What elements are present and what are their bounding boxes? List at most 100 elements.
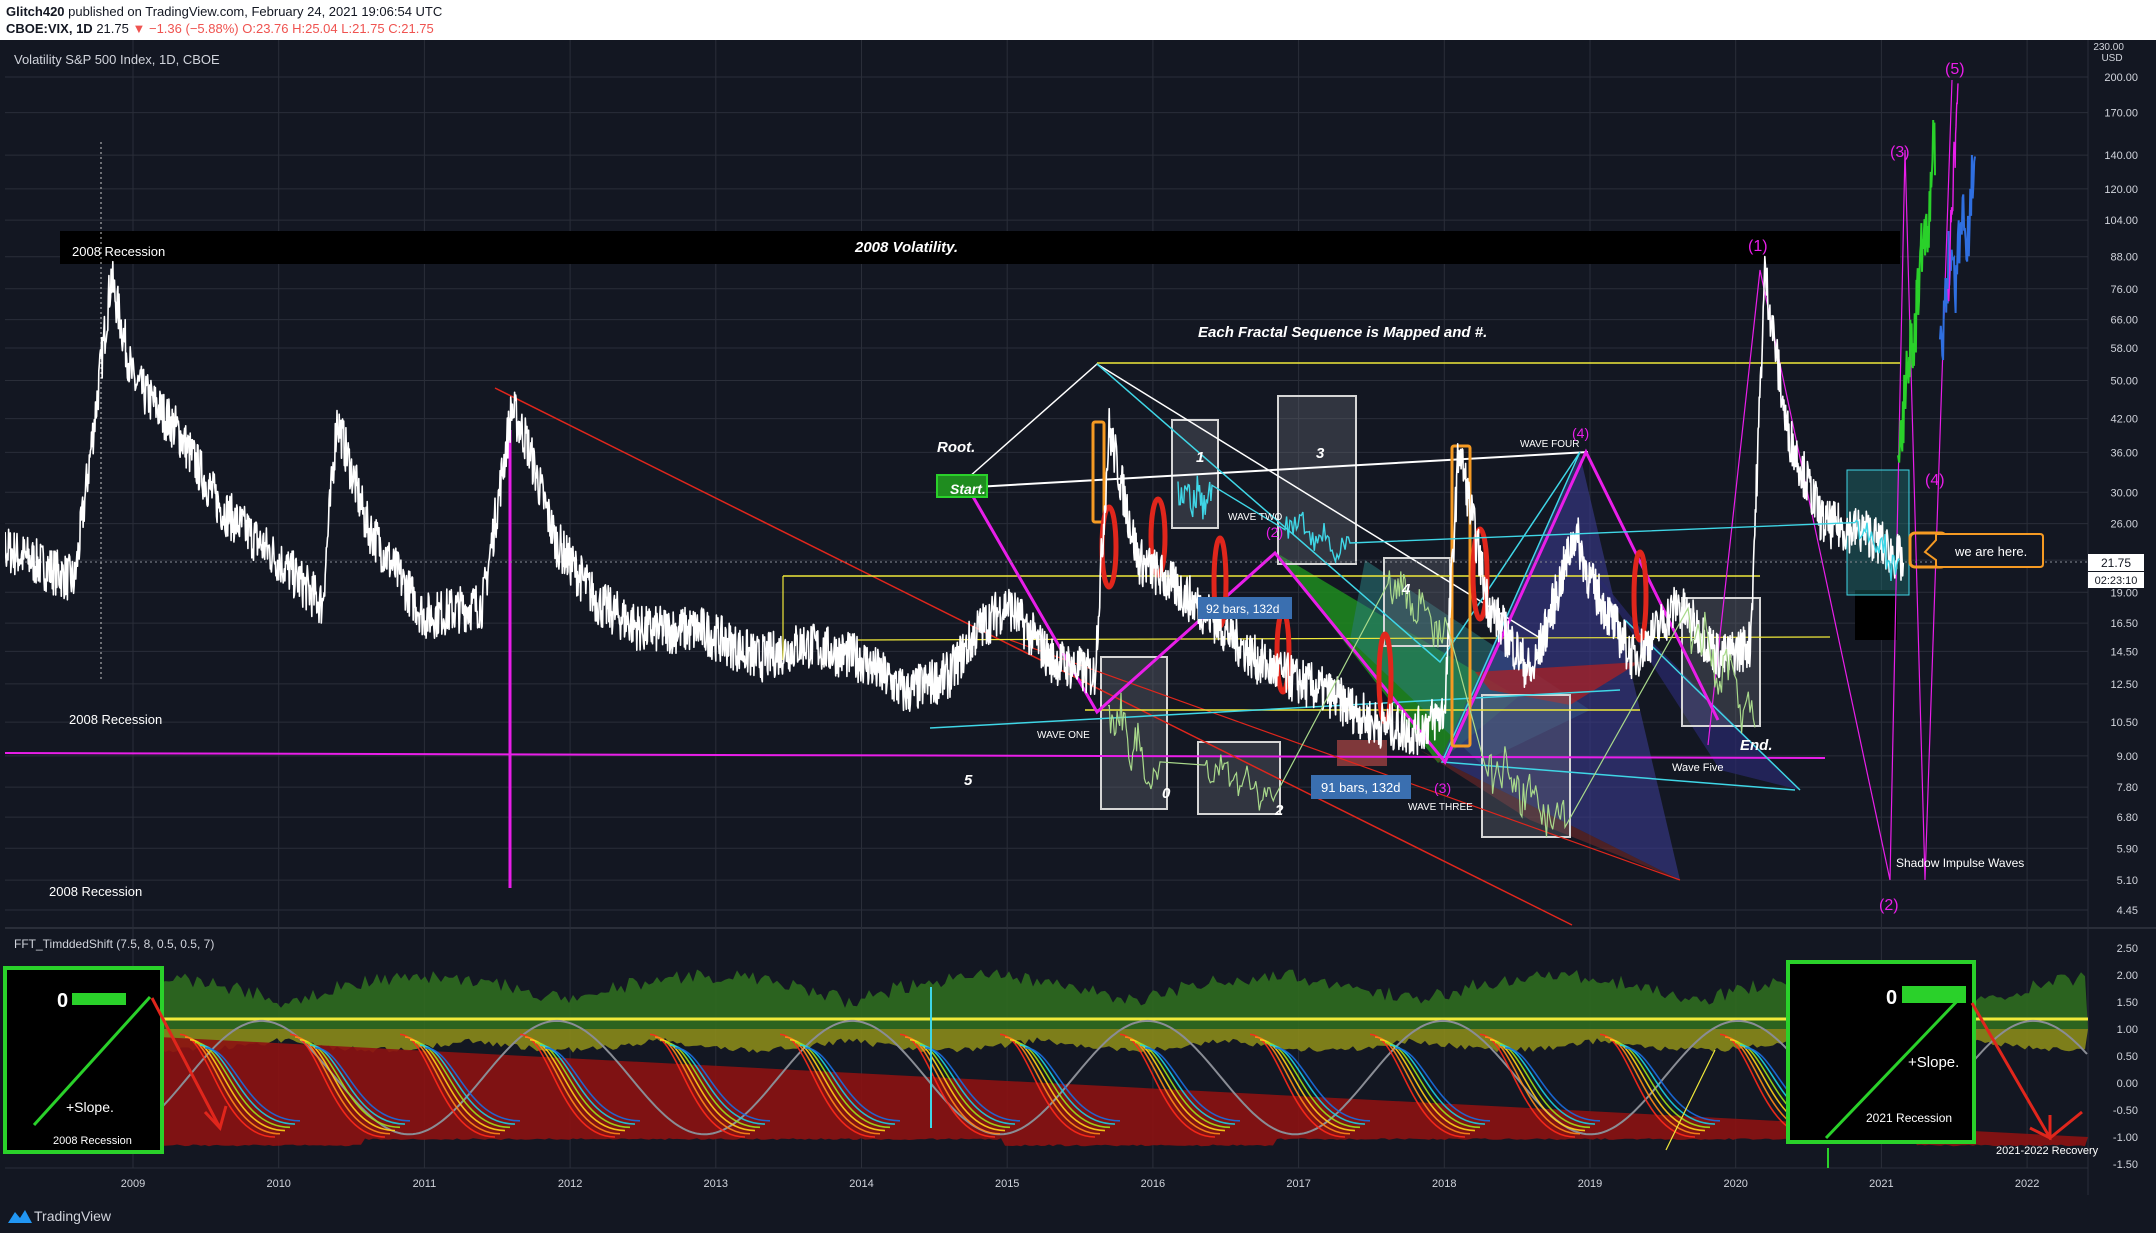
- chart-title: Volatility S&P 500 Index, 1D, CBOE: [14, 52, 220, 67]
- indicator-tick-label: 2.50: [2117, 943, 2138, 955]
- countdown-tag: 02:23:10: [2095, 575, 2138, 587]
- time-tick-label: 2015: [995, 1178, 1019, 1190]
- price-tick-label: 9.00: [2117, 751, 2138, 763]
- axis-top-value: 230.00: [2093, 42, 2124, 53]
- price-tick-label: 5.10: [2117, 875, 2138, 887]
- time-tick-label: 2020: [1723, 1178, 1747, 1190]
- price-axis[interactable]: 200.00 170.00 140.00 120.00 104.00 88.00 76.00…: [2104, 72, 2138, 917]
- indicator-tick-label: 0.00: [2117, 1078, 2138, 1090]
- time-tick-label: 2021: [1869, 1178, 1893, 1190]
- wave-label-2b: (2): [1879, 897, 1899, 914]
- fractal-box-2: [1197, 741, 1281, 815]
- price-tick-label: 50.00: [2110, 375, 2138, 387]
- price-tick-label: 200.00: [2104, 72, 2138, 84]
- price-tick-label: 76.00: [2110, 284, 2138, 296]
- publish-line: Glitch420 published on TradingView.com, …: [6, 4, 442, 19]
- time-tick-label: 2009: [121, 1178, 145, 1190]
- price-tick-label: 58.00: [2110, 343, 2138, 355]
- price-tick-label: 7.80: [2117, 782, 2138, 794]
- time-tick-label: 2010: [266, 1178, 290, 1190]
- price-tick-label: 26.00: [2110, 519, 2138, 531]
- price-tick-label: 42.00: [2110, 414, 2138, 426]
- count-five: 5: [964, 772, 973, 789]
- tradingview-logo-icon[interactable]: [8, 1209, 32, 1223]
- publish-header: Glitch420 published on TradingView.com, …: [0, 0, 2156, 40]
- symbol-name: CBOE:VIX, 1D: [6, 21, 93, 36]
- ind-zero-left: 0: [57, 990, 68, 1012]
- wave-label-1: (1): [1748, 238, 1768, 255]
- indicator-tick-label: -1.00: [2113, 1132, 2138, 1144]
- ohlc-values: O:23.76 H:25.04 L:21.75 C:21.75: [242, 21, 434, 36]
- price-tick-label: 19.00: [2110, 587, 2138, 599]
- price-tick-label: 16.50: [2110, 618, 2138, 630]
- wave-one-label: WAVE ONE: [1037, 730, 1090, 741]
- recovery-label: 2021-2022 Recovery: [1996, 1145, 2099, 1157]
- wave-five-label: Wave Five: [1672, 762, 1724, 774]
- time-tick-label: 2014: [849, 1178, 873, 1190]
- time-tick-label: 2018: [1432, 1178, 1456, 1190]
- axis-top-unit: USD: [2101, 53, 2122, 64]
- price-tick-label: 30.00: [2110, 487, 2138, 499]
- recession-label-top: 2008 Recession: [72, 244, 165, 259]
- ind-zero-right: 0: [1886, 987, 1897, 1009]
- indicator-axis[interactable]: 2.50 2.00 1.50 1.00 0.50 0.00 -0.50 -1.00 -1.50: [2113, 943, 2138, 1171]
- last-price: 21.75: [96, 21, 129, 36]
- wave-label-3: (3): [1434, 780, 1451, 796]
- current-price-tag: 21.75: [2101, 556, 2131, 570]
- price-tick-label: 140.00: [2104, 150, 2138, 162]
- bars-label-a: 92 bars, 132d: [1206, 602, 1279, 616]
- time-tick-label: 2013: [704, 1178, 728, 1190]
- time-tick-label: 2022: [2015, 1178, 2039, 1190]
- time-tick-label: 2011: [413, 1178, 437, 1190]
- indicator-tick-label: -0.50: [2113, 1105, 2138, 1117]
- vol-banner: 2008 Volatility.: [854, 239, 958, 256]
- wave-label-4: (4): [1572, 425, 1589, 441]
- recession-label-low: 2008 Recession: [49, 884, 142, 899]
- ind-recession-right: 2021 Recession: [1866, 1111, 1952, 1125]
- wave-two-label: WAVE TWO: [1228, 512, 1282, 523]
- chart-screenshot: Glitch420 published on TradingView.com, …: [0, 0, 2156, 1233]
- count-one: 1: [1196, 449, 1204, 466]
- price-tick-label: 12.50: [2110, 679, 2138, 691]
- ind-box-left-bar: [72, 993, 126, 1005]
- count-four: 4: [1401, 581, 1411, 598]
- brand-label[interactable]: TradingView: [34, 1208, 111, 1224]
- start-label: Start.: [950, 481, 986, 497]
- count-three: 3: [1316, 445, 1325, 462]
- here-label: we are here.: [1954, 544, 2027, 559]
- indicator-tick-label: 1.50: [2117, 997, 2138, 1009]
- vol-banner-box: [60, 231, 1900, 264]
- wave-label-4b: (4): [1925, 472, 1945, 489]
- price-tick-label: 88.00: [2110, 252, 2138, 264]
- price-tick-label: 36.00: [2110, 447, 2138, 459]
- count-zero: 0: [1162, 785, 1171, 802]
- footer: TradingView: [0, 1198, 2156, 1233]
- author-name[interactable]: Glitch420: [6, 4, 65, 19]
- price-tick-label: 104.00: [2104, 215, 2138, 227]
- price-tick-label: 4.45: [2117, 905, 2138, 917]
- time-tick-label: 2019: [1578, 1178, 1602, 1190]
- ind-slope-right: +Slope.: [1908, 1054, 1959, 1071]
- mapped-label: Each Fractal Sequence is Mapped and #.: [1198, 324, 1487, 341]
- publish-text: published on TradingView.com, February 2…: [68, 4, 443, 19]
- indicator-tick-label: -1.50: [2113, 1159, 2138, 1171]
- price-tick-label: 6.80: [2117, 812, 2138, 824]
- price-tick-label: 66.00: [2110, 315, 2138, 327]
- price-tick-label: 14.50: [2110, 646, 2138, 658]
- price-tick-label: 120.00: [2104, 184, 2138, 196]
- time-tick-label: 2016: [1141, 1178, 1165, 1190]
- end-label: End.: [1740, 737, 1773, 754]
- chart-canvas[interactable]: Volatility S&P 500 Index, 1D, CBOE 2008 …: [0, 40, 2156, 1198]
- black-box: [1855, 590, 1897, 640]
- price-tick-label: 170.00: [2104, 108, 2138, 120]
- bars-label-b: 91 bars, 132d: [1321, 780, 1401, 795]
- count-two: 2: [1274, 802, 1284, 819]
- change-down-icon: ▼: [132, 21, 146, 36]
- wave-label-3b: (3): [1890, 144, 1910, 161]
- wave-label-2: (2): [1266, 524, 1283, 540]
- ind-recession-left: 2008 Recession: [53, 1135, 132, 1147]
- indicator-tick-label: 1.00: [2117, 1024, 2138, 1036]
- price-tick-label: 5.90: [2117, 843, 2138, 855]
- wave-four-label: WAVE FOUR: [1520, 439, 1579, 450]
- recession-label-mid: 2008 Recession: [69, 712, 162, 727]
